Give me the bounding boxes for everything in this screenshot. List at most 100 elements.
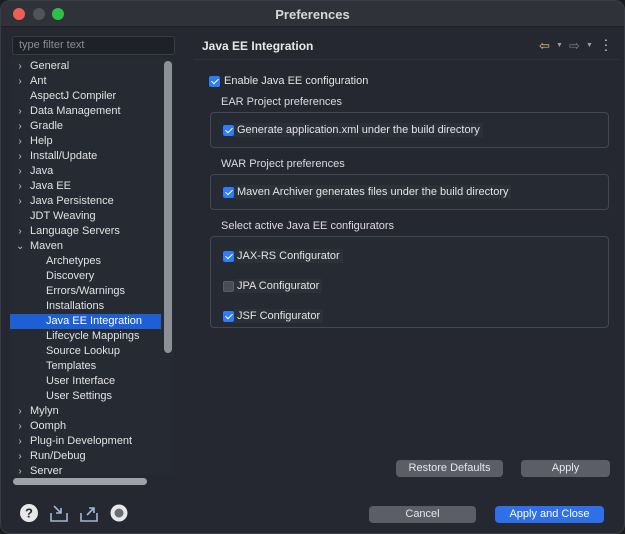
- maven-archiver-label: Maven Archiver generates files under the…: [234, 185, 512, 199]
- tree-item[interactable]: › Plug-in Development: [10, 434, 161, 449]
- jax-rs-configurator-checkbox[interactable]: [223, 251, 234, 262]
- apply-and-close-button[interactable]: Apply and Close: [495, 506, 604, 523]
- tree-item[interactable]: › Ant: [10, 74, 161, 89]
- enable-java-ee-label: Enable Java EE configuration: [224, 75, 369, 87]
- ear-group: Generate application.xml under the build…: [210, 112, 609, 148]
- cancel-button[interactable]: Cancel: [369, 506, 476, 523]
- jpa-configurator-label: JPA Configurator: [234, 279, 323, 293]
- back-history-dropdown-icon[interactable]: ▼: [556, 42, 563, 49]
- chevron-right-icon[interactable]: ›: [16, 149, 24, 164]
- enable-java-ee-checkbox[interactable]: [209, 76, 220, 87]
- tree-item-label: AspectJ Compiler: [30, 90, 117, 102]
- chevron-right-icon[interactable]: ›: [16, 449, 24, 464]
- jpa-configurator-checkbox[interactable]: [223, 281, 234, 292]
- tree-item[interactable]: › Mylyn: [10, 404, 161, 419]
- tree-item-label: Discovery: [46, 270, 95, 282]
- tree-item[interactable]: Discovery: [10, 269, 161, 284]
- tree-item[interactable]: Java EE Integration: [10, 314, 161, 329]
- jax-rs-configurator-label: JAX-RS Configurator: [234, 249, 343, 263]
- chevron-down-icon[interactable]: ⌄: [16, 239, 24, 254]
- forward-history-dropdown-icon[interactable]: ▼: [586, 42, 593, 49]
- tree-item-label: Source Lookup: [46, 345, 120, 357]
- jsf-configurator-label: JSF Configurator: [234, 309, 324, 323]
- tree-item[interactable]: ⌄ Maven: [10, 239, 161, 254]
- tree-item[interactable]: › Install/Update: [10, 149, 161, 164]
- restore-defaults-button[interactable]: Restore Defaults: [396, 460, 503, 477]
- tree-item-label: Oomph: [30, 420, 67, 432]
- jsf-configurator-checkbox[interactable]: [223, 311, 234, 322]
- tree-item-label: Data Management: [30, 105, 121, 117]
- chevron-right-icon[interactable]: ›: [16, 119, 24, 134]
- tree-item-label: Templates: [46, 360, 97, 372]
- apply-button[interactable]: Apply: [521, 460, 610, 477]
- chevron-right-icon[interactable]: ›: [16, 164, 24, 179]
- title-bar: Preferences: [1, 1, 624, 27]
- tree-item-label: Server: [30, 465, 63, 475]
- war-section-label: WAR Project preferences: [221, 158, 345, 170]
- tree-item[interactable]: › Run/Debug: [10, 449, 161, 464]
- tree-horizontal-scrollbar[interactable]: [13, 478, 147, 485]
- tree-item-label: Java Persistence: [30, 195, 114, 207]
- tree-item-label: Java EE Integration: [46, 315, 143, 327]
- tree-item[interactable]: › Java: [10, 164, 161, 179]
- help-icon[interactable]: ?: [19, 503, 39, 523]
- tree-item[interactable]: Source Lookup: [10, 344, 161, 359]
- configurators-group: JAX-RS Configurator JPA Configurator JSF…: [210, 236, 609, 328]
- configurators-section-label: Select active Java EE configurators: [221, 220, 395, 232]
- chevron-right-icon[interactable]: ›: [16, 59, 24, 74]
- tree-item[interactable]: › Language Servers: [10, 224, 161, 239]
- tree-item[interactable]: › Data Management: [10, 104, 161, 119]
- tree-item[interactable]: User Settings: [10, 389, 161, 404]
- tree-item[interactable]: Installations: [10, 299, 161, 314]
- tree-item[interactable]: › Help: [10, 134, 161, 149]
- maven-archiver-checkbox[interactable]: [223, 187, 234, 198]
- chevron-right-icon[interactable]: ›: [16, 194, 24, 209]
- generate-application-xml-label: Generate application.xml under the build…: [234, 123, 483, 137]
- tree-item[interactable]: User Interface: [10, 374, 161, 389]
- window-title: Preferences: [275, 7, 350, 22]
- war-group: Maven Archiver generates files under the…: [210, 174, 609, 210]
- tree-item-label: Ant: [30, 75, 47, 87]
- chevron-right-icon[interactable]: ›: [16, 104, 24, 119]
- tree-item[interactable]: › Java EE: [10, 179, 161, 194]
- tree-item[interactable]: Archetypes: [10, 254, 161, 269]
- tree-item[interactable]: JDT Weaving: [10, 209, 161, 224]
- header-divider: [194, 59, 619, 60]
- page-title: Java EE Integration: [202, 39, 314, 53]
- tree-item-label: User Settings: [46, 390, 113, 402]
- chevron-right-icon[interactable]: ›: [16, 179, 24, 194]
- chevron-right-icon[interactable]: ›: [16, 419, 24, 434]
- preferences-tree: › General › Ant AspectJ Compiler › Data Manage…: [10, 59, 174, 475]
- tree-item-label: Maven: [30, 240, 64, 252]
- tree-item[interactable]: › Server: [10, 464, 161, 475]
- svg-text:?: ?: [25, 506, 33, 521]
- tree-item-label: Archetypes: [46, 255, 102, 267]
- chevron-right-icon[interactable]: ›: [16, 134, 24, 149]
- chevron-right-icon[interactable]: ›: [16, 74, 24, 89]
- back-arrow-icon[interactable]: ⇦: [539, 38, 550, 54]
- generate-application-xml-checkbox[interactable]: [223, 125, 234, 136]
- more-vertical-icon[interactable]: · · ·: [602, 32, 610, 56]
- filter-input[interactable]: type filter text: [12, 36, 175, 55]
- chevron-right-icon[interactable]: ›: [16, 404, 24, 419]
- import-icon[interactable]: [49, 503, 69, 523]
- tree-item[interactable]: Lifecycle Mappings: [10, 329, 161, 344]
- tree-item[interactable]: AspectJ Compiler: [10, 89, 161, 104]
- forward-arrow-icon[interactable]: ⇨: [569, 38, 580, 54]
- tree-item[interactable]: › Oomph: [10, 419, 161, 434]
- chevron-right-icon[interactable]: ›: [16, 434, 24, 449]
- tree-item-label: Language Servers: [30, 225, 120, 237]
- tree-item[interactable]: Errors/Warnings: [10, 284, 161, 299]
- tree-item-label: Java: [30, 165, 54, 177]
- chevron-right-icon[interactable]: ›: [16, 224, 24, 239]
- tree-item[interactable]: › General: [10, 59, 161, 74]
- tree-item-label: Installations: [46, 300, 105, 312]
- tree-item[interactable]: Templates: [10, 359, 161, 374]
- tree-item[interactable]: › Java Persistence: [10, 194, 161, 209]
- chevron-right-icon[interactable]: ›: [16, 464, 24, 475]
- export-icon[interactable]: [79, 503, 99, 523]
- tree-item-label: Mylyn: [30, 405, 59, 417]
- tree-item[interactable]: › Gradle: [10, 119, 161, 134]
- record-icon[interactable]: [109, 503, 129, 523]
- tree-vertical-scrollbar[interactable]: [164, 61, 172, 353]
